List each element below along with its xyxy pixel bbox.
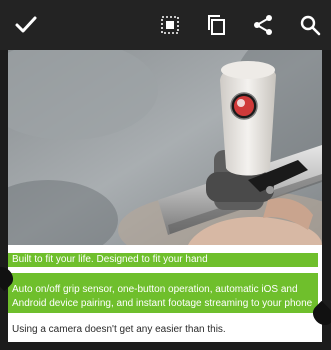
- copy-icon[interactable]: [203, 11, 231, 39]
- share-icon[interactable]: [249, 11, 277, 39]
- selected-line: Android device pairing, and instant foot…: [12, 298, 313, 309]
- text-selection-toolbar: [0, 0, 331, 50]
- select-all-icon[interactable]: [156, 11, 184, 39]
- selected-line: Auto on/off grip sensor, one-button oper…: [12, 284, 298, 295]
- selected-heading: Built to fit your life. Designed to fit …: [12, 254, 208, 265]
- search-icon[interactable]: [296, 11, 324, 39]
- document-text[interactable]: Built to fit your life. Designed to fit …: [8, 245, 322, 342]
- document-page: Built to fit your life. Designed to fit …: [8, 50, 322, 342]
- product-photo: [8, 50, 322, 245]
- checkmark-icon[interactable]: [12, 11, 40, 39]
- body-text: Using a camera doesn't get any easier th…: [12, 324, 226, 335]
